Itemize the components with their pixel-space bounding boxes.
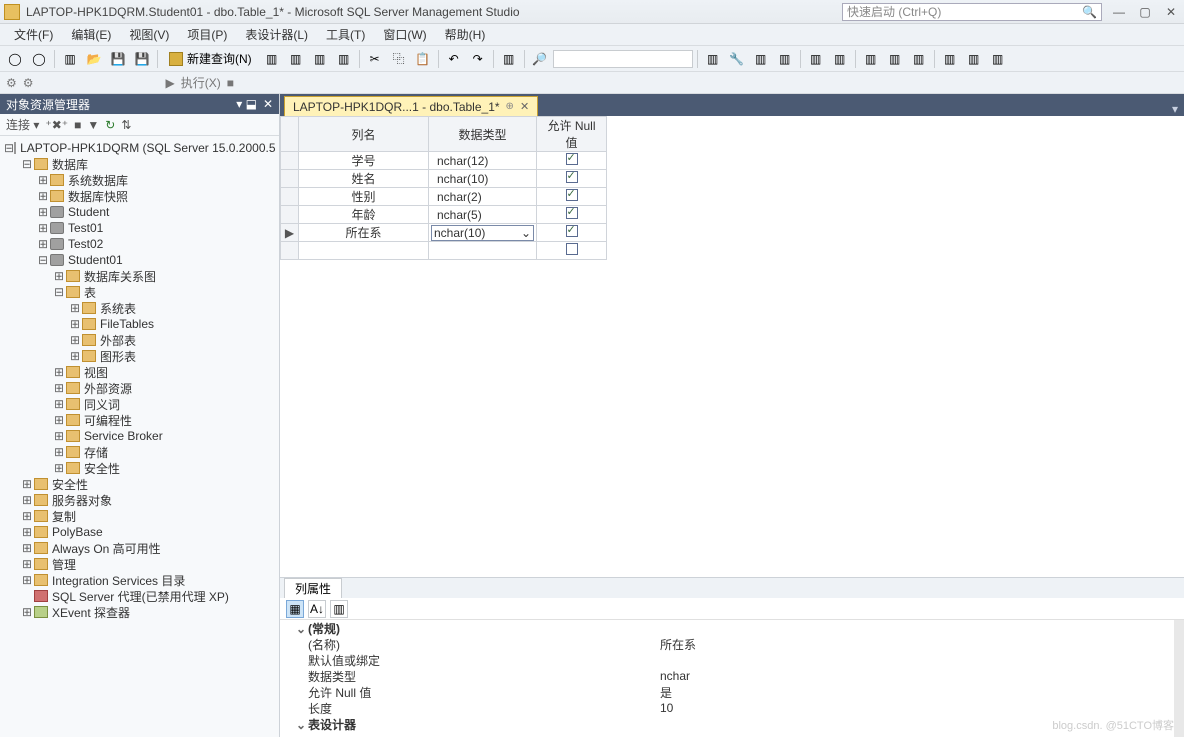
categorized-icon[interactable]: ▦ bbox=[286, 600, 304, 618]
chevron-down-icon[interactable]: ⌄ bbox=[521, 226, 531, 240]
filter2-icon[interactable]: ▼ bbox=[87, 118, 99, 132]
find-combo[interactable] bbox=[553, 50, 693, 68]
menu-project[interactable]: 项目(P) bbox=[179, 24, 235, 45]
column-properties-panel: 列属性 ▦ A↓ ▥ ⌄(常规) (名称)所在系 默认值或绑定 数据类型ncha… bbox=[280, 577, 1184, 737]
menu-help[interactable]: 帮助(H) bbox=[437, 24, 494, 45]
tb-icon-4[interactable]: ▥ bbox=[333, 48, 355, 70]
menu-tabledesigner[interactable]: 表设计器(L) bbox=[237, 24, 316, 45]
undo-icon[interactable]: ↶ bbox=[443, 48, 465, 70]
table-row: 姓名nchar(10) bbox=[281, 170, 607, 188]
save-icon[interactable]: 💾 bbox=[107, 48, 129, 70]
table-row: 年龄nchar(5) bbox=[281, 206, 607, 224]
props-tab[interactable]: 列属性 bbox=[284, 578, 342, 598]
quick-launch-input[interactable]: 快速启动 (Ctrl+Q)🔍 bbox=[842, 3, 1102, 21]
tool-icon-6[interactable]: ▥ bbox=[829, 48, 851, 70]
menu-view[interactable]: 视图(V) bbox=[121, 24, 177, 45]
title-bar: LAPTOP-HPK1DQRM.Student01 - dbo.Table_1*… bbox=[0, 0, 1184, 24]
table-row-new bbox=[281, 242, 607, 260]
null-checkbox[interactable] bbox=[566, 171, 578, 183]
col-header-name[interactable]: 列名 bbox=[299, 117, 429, 152]
tool-icon-7[interactable]: ▥ bbox=[860, 48, 882, 70]
null-checkbox[interactable] bbox=[566, 243, 578, 255]
scrollbar[interactable] bbox=[1174, 620, 1184, 737]
type-dropdown[interactable]: nchar(10)⌄ bbox=[431, 225, 534, 241]
null-checkbox[interactable] bbox=[566, 189, 578, 201]
col-header-null[interactable]: 允许 Null 值 bbox=[537, 117, 607, 152]
object-explorer-tree[interactable]: ⊟LAPTOP-HPK1DQRM (SQL Server 15.0.2000.5… bbox=[0, 136, 279, 737]
table-row: 性别nchar(2) bbox=[281, 188, 607, 206]
stop-icon[interactable]: ■ bbox=[74, 118, 81, 132]
props-icon[interactable]: ▥ bbox=[330, 600, 348, 618]
object-explorer: 对象资源管理器 ▾ ⬓✕ 连接 ▾ ⁺✖⁺ ■ ▼ ↻ ⇅ ⊟LAPTOP-HP… bbox=[0, 94, 280, 737]
tool-icon-5[interactable]: ▥ bbox=[805, 48, 827, 70]
table-designer-grid[interactable]: 列名 数据类型 允许 Null 值 学号nchar(12) 姓名nchar(10… bbox=[280, 116, 1184, 577]
alphabetical-icon[interactable]: A↓ bbox=[308, 600, 326, 618]
object-explorer-title: 对象资源管理器 ▾ ⬓✕ bbox=[0, 94, 279, 114]
copy-icon[interactable]: ⿻ bbox=[388, 48, 410, 70]
toolbar-secondary: ⚙⚙ ▶执行(X) ■ bbox=[0, 72, 1184, 94]
tb-icon-3[interactable]: ▥ bbox=[309, 48, 331, 70]
find-icon[interactable]: 🔎 bbox=[529, 48, 551, 70]
props-grid[interactable]: ⌄(常规) (名称)所在系 默认值或绑定 数据类型nchar 允许 Null 值… bbox=[280, 620, 1174, 737]
cut-icon[interactable]: ✂ bbox=[364, 48, 386, 70]
saveall-icon[interactable]: 💾 bbox=[131, 48, 153, 70]
object-explorer-toolbar: 连接 ▾ ⁺✖⁺ ■ ▼ ↻ ⇅ bbox=[0, 114, 279, 136]
new-icon[interactable]: ▥ bbox=[59, 48, 81, 70]
menu-tools[interactable]: 工具(T) bbox=[318, 24, 373, 45]
tool-icon-9[interactable]: ▥ bbox=[908, 48, 930, 70]
more-icon[interactable]: ⇅ bbox=[121, 118, 131, 132]
tool-icon-10[interactable]: ▥ bbox=[939, 48, 961, 70]
app-icon bbox=[4, 4, 20, 20]
open-icon[interactable]: 📂 bbox=[83, 48, 105, 70]
connect-button[interactable]: 连接 ▾ bbox=[6, 116, 39, 133]
menu-bar: 文件(F) 编辑(E) 视图(V) 项目(P) 表设计器(L) 工具(T) 窗口… bbox=[0, 24, 1184, 46]
window-title: LAPTOP-HPK1DQRM.Student01 - dbo.Table_1*… bbox=[26, 5, 842, 19]
menu-window[interactable]: 窗口(W) bbox=[375, 24, 434, 45]
table-row-selected: ▶所在系nchar(10)⌄ bbox=[281, 224, 607, 242]
pin-icon[interactable]: ⊕ bbox=[506, 101, 514, 112]
tb-icon-2[interactable]: ▥ bbox=[285, 48, 307, 70]
col-header-type[interactable]: 数据类型 bbox=[429, 117, 537, 152]
toolbar-main: ◯ ◯ ▥ 📂 💾 💾 新建查询(N) ▥ ▥ ▥ ▥ ✂ ⿻ 📋 ↶ ↷ ▥ … bbox=[0, 46, 1184, 72]
document-tab-active[interactable]: LAPTOP-HPK1DQR...1 - dbo.Table_1* ⊕ ✕ bbox=[284, 96, 538, 116]
menu-file[interactable]: 文件(F) bbox=[6, 24, 61, 45]
tool-icon-4[interactable]: ▥ bbox=[774, 48, 796, 70]
null-checkbox[interactable] bbox=[566, 225, 578, 237]
menu-edit[interactable]: 编辑(E) bbox=[63, 24, 119, 45]
tool-icon-8[interactable]: ▥ bbox=[884, 48, 906, 70]
null-checkbox[interactable] bbox=[566, 153, 578, 165]
tool-icon-12[interactable]: ▥ bbox=[987, 48, 1009, 70]
tool-icon-1[interactable]: ▥ bbox=[702, 48, 724, 70]
nav-back-icon[interactable]: ◯ bbox=[4, 48, 26, 70]
execute-label[interactable]: 执行(X) bbox=[181, 74, 221, 91]
pin-icon[interactable]: ▾ ⬓ bbox=[236, 97, 257, 111]
tab-close-icon[interactable]: ✕ bbox=[520, 100, 529, 113]
watermark: blog.csdn. @51CTO博客 bbox=[1052, 717, 1174, 733]
refresh-icon[interactable]: ↻ bbox=[105, 118, 115, 132]
document-tab-label: LAPTOP-HPK1DQR...1 - dbo.Table_1* bbox=[293, 100, 500, 114]
minimize-button[interactable]: — bbox=[1110, 5, 1128, 19]
redo-icon[interactable]: ↷ bbox=[467, 48, 489, 70]
maximize-button[interactable]: ▢ bbox=[1136, 5, 1154, 19]
panel-close-icon[interactable]: ✕ bbox=[263, 97, 273, 111]
close-button[interactable]: ✕ bbox=[1162, 5, 1180, 19]
tool-icon-3[interactable]: ▥ bbox=[750, 48, 772, 70]
new-query-button[interactable]: 新建查询(N) bbox=[162, 48, 259, 70]
table-row: 学号nchar(12) bbox=[281, 152, 607, 170]
tool-icon-2[interactable]: 🔧 bbox=[726, 48, 748, 70]
document-tabs: LAPTOP-HPK1DQR...1 - dbo.Table_1* ⊕ ✕ ▾ bbox=[280, 94, 1184, 116]
paste-icon[interactable]: 📋 bbox=[412, 48, 434, 70]
tb-misc-icon[interactable]: ▥ bbox=[498, 48, 520, 70]
filter-icon[interactable]: ⁺✖⁺ bbox=[45, 118, 68, 132]
tool-icon-11[interactable]: ▥ bbox=[963, 48, 985, 70]
null-checkbox[interactable] bbox=[566, 207, 578, 219]
nav-fwd-icon[interactable]: ◯ bbox=[28, 48, 50, 70]
tab-dropdown-icon[interactable]: ▾ bbox=[1166, 102, 1184, 116]
tb-icon-1[interactable]: ▥ bbox=[261, 48, 283, 70]
